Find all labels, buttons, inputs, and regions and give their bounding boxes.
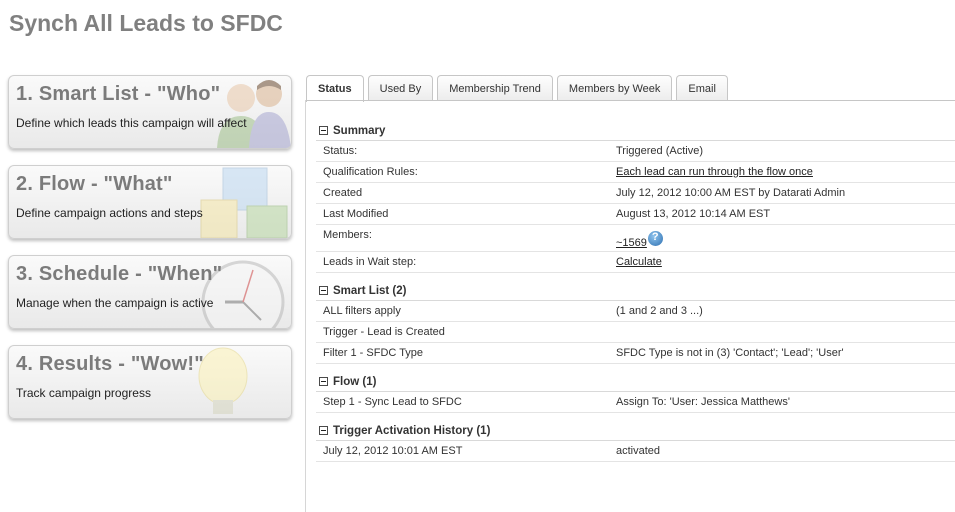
step-desc: Track campaign progress: [16, 386, 151, 400]
collapse-icon[interactable]: [319, 377, 328, 386]
row-label: Qualification Rules:: [323, 166, 418, 178]
tab-bar: Status Used By Membership Trend Members …: [306, 75, 732, 102]
row-label: Trigger - Lead is Created: [323, 326, 445, 338]
section-title: Smart List (2): [333, 284, 407, 297]
row-value: July 12, 2012 10:00 AM EST by Datarati A…: [616, 187, 846, 199]
section-title: Flow (1): [333, 375, 377, 388]
members-count-link[interactable]: ~1569: [616, 237, 647, 249]
row-label: Step 1 - Sync Lead to SFDC: [323, 396, 462, 408]
row-label: July 12, 2012 10:01 AM EST: [323, 445, 463, 457]
tab-used-by[interactable]: Used By: [367, 75, 434, 101]
table-row: Members: ~1569: [316, 225, 955, 252]
tab-members-by-week[interactable]: Members by Week: [556, 75, 673, 101]
row-value: Assign To: 'User: Jessica Matthews': [616, 396, 790, 408]
tab-email[interactable]: Email: [676, 75, 728, 101]
table-row: Filter 1 - SFDC Type SFDC Type is not in…: [316, 343, 955, 364]
step-title: 1. Smart List - "Who": [16, 83, 221, 105]
row-value: (1 and 2 and 3 ...): [616, 305, 703, 317]
step-smart-list[interactable]: 1. Smart List - "Who" Define which leads…: [8, 75, 292, 149]
row-label: Last Modified: [323, 208, 389, 220]
row-label: Status:: [323, 145, 358, 157]
table-row: Created July 12, 2012 10:00 AM EST by Da…: [316, 183, 955, 204]
step-desc: Define campaign actions and steps: [16, 206, 203, 220]
collapse-icon[interactable]: [319, 426, 328, 435]
tab-status[interactable]: Status: [306, 75, 364, 102]
row-label: Filter 1 - SFDC Type: [323, 347, 424, 359]
step-title: 3. Schedule - "When": [16, 263, 223, 285]
collapse-icon[interactable]: [319, 126, 328, 135]
step-desc: Define which leads this campaign will af…: [16, 116, 247, 130]
step-flow[interactable]: 2. Flow - "What" Define campaign actions…: [8, 165, 292, 239]
table-row: Step 1 - Sync Lead to SFDC Assign To: 'U…: [316, 392, 955, 413]
row-label: Members:: [323, 229, 372, 241]
collapse-icon[interactable]: [319, 286, 328, 295]
row-value: Triggered (Active): [616, 145, 704, 157]
table-row: ALL filters apply (1 and 2 and 3 ...): [316, 301, 955, 322]
qualification-rules-link[interactable]: Each lead can run through the flow once: [616, 166, 813, 178]
section-title: Summary: [333, 124, 386, 137]
row-label: ALL filters apply: [323, 305, 401, 317]
row-value: SFDC Type is not in (3) 'Contact'; 'Lead…: [616, 347, 844, 359]
table-row: July 12, 2012 10:01 AM EST activated: [316, 441, 955, 462]
step-results[interactable]: 4. Results - "Wow!" Track campaign progr…: [8, 345, 292, 419]
section-trigger-history[interactable]: Trigger Activation History (1): [316, 421, 955, 441]
tab-bar-underline: [306, 100, 955, 101]
table-row: Leads in Wait step: Calculate: [316, 252, 955, 273]
table-row: Trigger - Lead is Created: [316, 322, 955, 343]
table-row: Qualification Rules: Each lead can run t…: [316, 162, 955, 183]
step-schedule[interactable]: 3. Schedule - "When" Manage when the cam…: [8, 255, 292, 329]
campaign-steps: 1. Smart List - "Who" Define which leads…: [8, 75, 292, 435]
table-row: Last Modified August 13, 2012 10:14 AM E…: [316, 204, 955, 225]
step-desc: Manage when the campaign is active: [16, 296, 214, 310]
row-value: August 13, 2012 10:14 AM EST: [616, 208, 771, 220]
row-label: Created: [323, 187, 363, 199]
section-smart-list[interactable]: Smart List (2): [316, 281, 955, 301]
calculate-link[interactable]: Calculate: [616, 256, 662, 268]
row-label: Leads in Wait step:: [323, 256, 417, 268]
section-summary[interactable]: Summary: [316, 121, 955, 141]
row-value: activated: [616, 445, 661, 457]
step-title: 4. Results - "Wow!": [16, 353, 204, 375]
detail-panel: Summary Status: Triggered (Active) Quali…: [316, 121, 955, 462]
section-flow[interactable]: Flow (1): [316, 372, 955, 392]
section-title: Trigger Activation History (1): [333, 424, 491, 437]
tab-membership-trend[interactable]: Membership Trend: [437, 75, 553, 101]
vertical-divider: [305, 100, 306, 512]
step-title: 2. Flow - "What": [16, 173, 173, 195]
table-row: Status: Triggered (Active): [316, 141, 955, 162]
blocks-icon: [200, 167, 288, 238]
page-title: Synch All Leads to SFDC: [9, 10, 283, 36]
refresh-icon[interactable]: [647, 230, 663, 246]
